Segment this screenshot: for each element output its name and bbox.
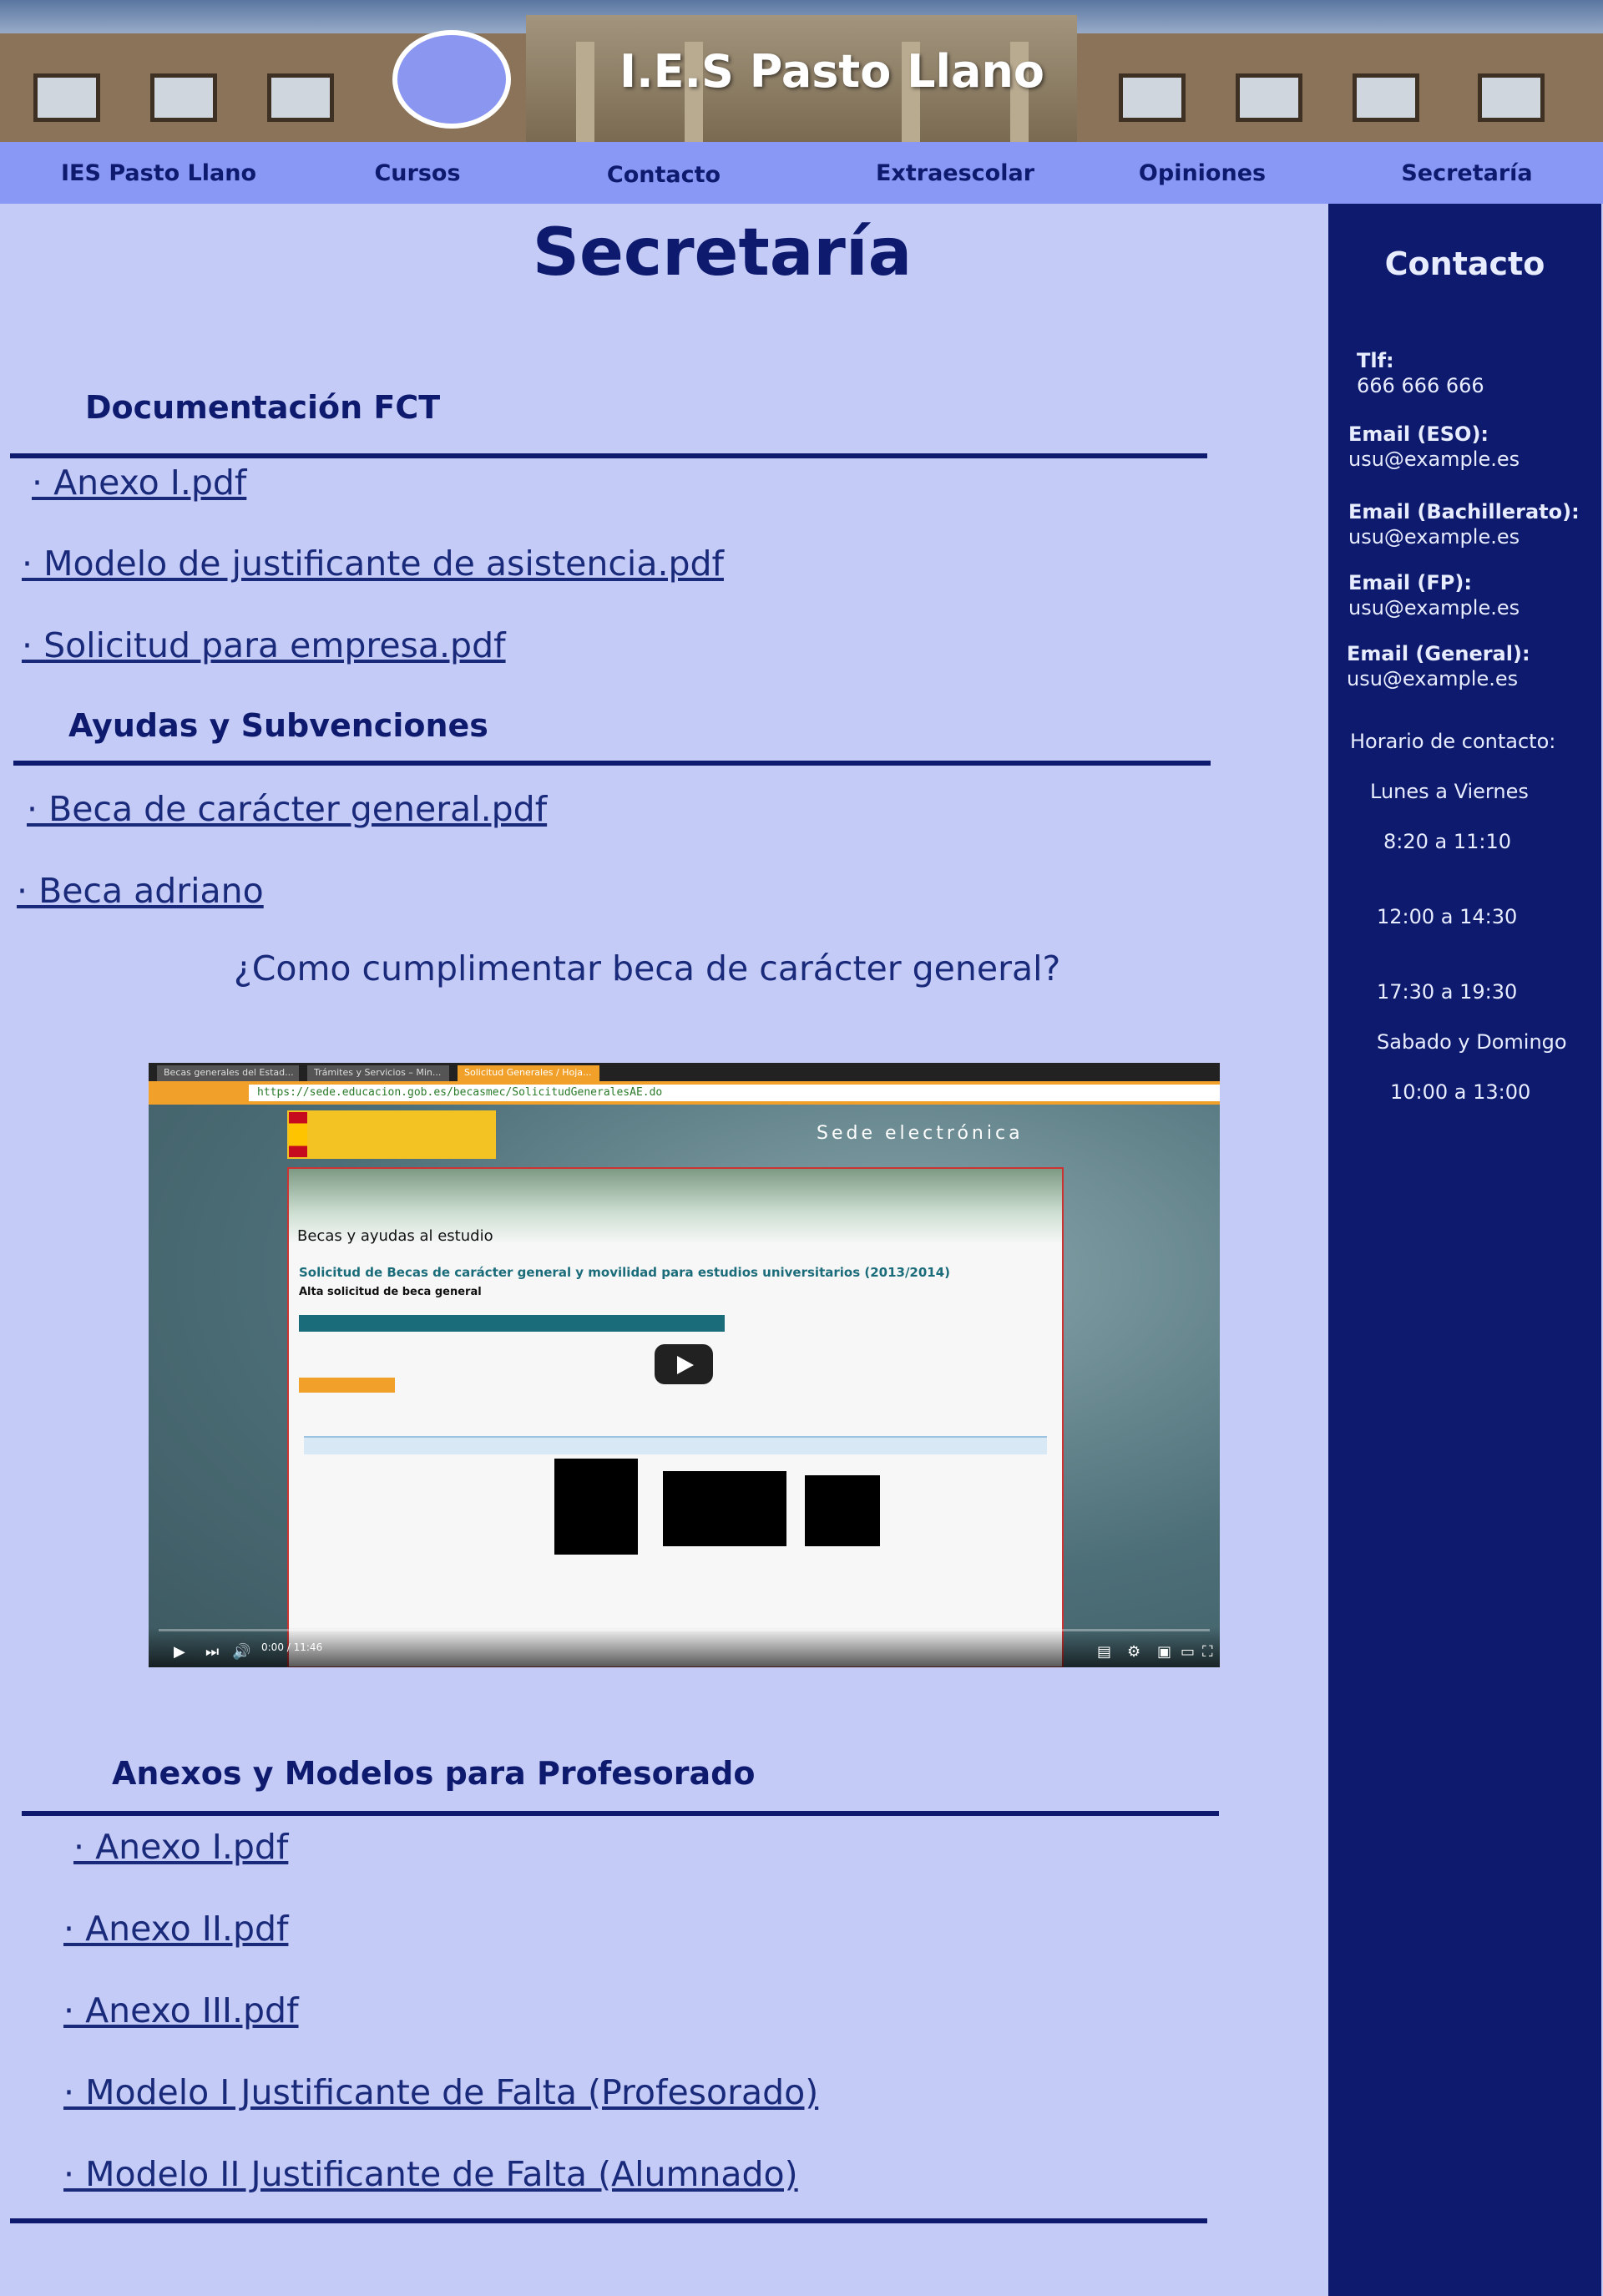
weekend-label: Sabado y Domingo bbox=[1377, 1030, 1567, 1054]
page-title: Secretaría bbox=[532, 215, 913, 291]
doc-link-modelo-ii-falta[interactable]: · Modelo II Justificante de Falta (Alumn… bbox=[63, 2154, 798, 2194]
browser-tab: Becas generales del Estad... bbox=[157, 1065, 299, 1081]
building-window bbox=[150, 73, 217, 122]
phone-label: Tlf: bbox=[1357, 349, 1394, 372]
section-heading-fct: Documentación FCT bbox=[85, 389, 441, 426]
next-icon[interactable]: ⏭ bbox=[205, 1643, 219, 1661]
video-time: 0:00 / 11:46 bbox=[261, 1641, 323, 1653]
section-divider bbox=[10, 453, 1207, 458]
nav-item-extraescolar[interactable]: Extraescolar bbox=[876, 160, 1034, 186]
building-window bbox=[1353, 73, 1419, 122]
redaction-block bbox=[663, 1471, 786, 1546]
building-window bbox=[267, 73, 334, 122]
building-window bbox=[1236, 73, 1302, 122]
section-divider bbox=[22, 1811, 1219, 1816]
theater-icon[interactable]: ▭ bbox=[1181, 1643, 1195, 1661]
email-value-bachillerato[interactable]: usu@example.es bbox=[1348, 525, 1520, 549]
browser-tab-active: Solicitud Generales / Hoja... bbox=[458, 1065, 599, 1081]
browser-url: https://sede.educacion.gob.es/becasmec/S… bbox=[249, 1085, 1220, 1101]
subtitles-icon[interactable]: ▤ bbox=[1097, 1643, 1111, 1661]
form-subtitle: Alta solicitud de beca general bbox=[299, 1286, 482, 1298]
email-value-eso[interactable]: usu@example.es bbox=[1348, 448, 1520, 471]
weekdays-label: Lunes a Viernes bbox=[1370, 780, 1529, 803]
volume-icon[interactable]: 🔊 bbox=[232, 1643, 250, 1661]
email-label-general: Email (General): bbox=[1347, 642, 1530, 665]
fullscreen-icon[interactable]: ⛶ bbox=[1202, 1643, 1213, 1661]
doc-link-anexo-i[interactable]: · Anexo I.pdf bbox=[32, 463, 246, 503]
doc-link-anexo-i-prof[interactable]: · Anexo I.pdf bbox=[73, 1827, 288, 1867]
sede-banner: Sede electrónica bbox=[817, 1123, 1024, 1144]
play-icon[interactable]: ▶ bbox=[174, 1643, 185, 1661]
doc-link-beca-general[interactable]: · Beca de carácter general.pdf bbox=[27, 789, 547, 829]
email-label-eso: Email (ESO): bbox=[1348, 422, 1489, 446]
nav-item-cursos[interactable]: Cursos bbox=[374, 160, 460, 186]
form-add-button bbox=[299, 1378, 395, 1393]
browser-tab-bar: Becas generales del Estad... Trámites y … bbox=[149, 1063, 1220, 1081]
site-title: I.E.S Pasto Llano bbox=[619, 45, 1045, 98]
video-form-screenshot: Becas y ayudas al estudio Solicitud de B… bbox=[287, 1167, 1064, 1667]
form-table bbox=[304, 1436, 1047, 1555]
nav-item-secretaria[interactable]: Secretaría bbox=[1401, 160, 1532, 186]
building-window bbox=[1478, 73, 1545, 122]
section-heading-ayudas: Ayudas y Subvenciones bbox=[68, 707, 488, 744]
email-label-fp: Email (FP): bbox=[1348, 571, 1472, 594]
weekend-slot: 10:00 a 13:00 bbox=[1390, 1080, 1531, 1104]
nav-item-ies-pasto-llano[interactable]: IES Pasto Llano bbox=[61, 160, 256, 186]
redaction-block bbox=[805, 1475, 880, 1546]
play-button[interactable] bbox=[655, 1344, 713, 1384]
form-page-heading: Becas y ayudas al estudio bbox=[297, 1227, 493, 1245]
nav-item-opiniones[interactable]: Opiniones bbox=[1139, 160, 1266, 186]
doc-link-modelo-i-falta[interactable]: · Modelo I Justificante de Falta (Profes… bbox=[63, 2072, 818, 2112]
doc-link-modelo-justificante[interactable]: · Modelo de justificante de asistencia.p… bbox=[22, 544, 724, 584]
phone-value[interactable]: 666 666 666 bbox=[1357, 374, 1484, 397]
section-heading-profesorado: Anexos y Modelos para Profesorado bbox=[112, 1755, 756, 1792]
email-value-general[interactable]: usu@example.es bbox=[1347, 667, 1518, 690]
form-table-header bbox=[304, 1438, 1047, 1454]
building-column bbox=[576, 42, 594, 142]
logo-circle[interactable] bbox=[392, 30, 511, 129]
weekday-slot: 8:20 a 11:10 bbox=[1383, 830, 1512, 853]
form-title: Solicitud de Becas de carácter general y… bbox=[299, 1265, 951, 1280]
form-section-bar bbox=[299, 1315, 725, 1332]
email-label-bachillerato: Email (Bachillerato): bbox=[1348, 500, 1580, 523]
sidebar-title: Contacto bbox=[1384, 245, 1545, 282]
email-value-fp[interactable]: usu@example.es bbox=[1348, 596, 1520, 620]
video-question: ¿Como cumplimentar beca de carácter gene… bbox=[234, 948, 1061, 989]
doc-link-beca-adriano[interactable]: · Beca adriano bbox=[17, 871, 264, 911]
section-divider bbox=[13, 761, 1211, 766]
weekday-slot: 12:00 a 14:30 bbox=[1377, 905, 1518, 928]
settings-icon[interactable]: ⚙ bbox=[1127, 1643, 1140, 1661]
browser-tab: Trámites y Servicios – Min... bbox=[307, 1065, 449, 1081]
section-divider bbox=[10, 2218, 1207, 2223]
doc-link-anexo-iii[interactable]: · Anexo III.pdf bbox=[63, 1990, 299, 2030]
main-nav: IES Pasto Llano Cursos Contacto Extraesc… bbox=[0, 142, 1603, 204]
hours-title: Horario de contacto: bbox=[1350, 730, 1556, 753]
video-player[interactable]: Becas generales del Estad... Trámites y … bbox=[149, 1063, 1220, 1667]
miniplayer-icon[interactable]: ▣ bbox=[1157, 1643, 1171, 1661]
contact-sidebar: Contacto Tlf: 666 666 666 Email (ESO): u… bbox=[1328, 204, 1601, 2296]
doc-link-solicitud-empresa[interactable]: · Solicitud para empresa.pdf bbox=[22, 625, 506, 665]
spain-flag-icon bbox=[289, 1112, 307, 1157]
video-progress-bar[interactable] bbox=[159, 1629, 1210, 1631]
browser-address-bar: https://sede.educacion.gob.es/becasmec/S… bbox=[149, 1081, 1220, 1105]
header-banner: I.E.S Pasto Llano bbox=[0, 0, 1603, 142]
weekday-slot: 17:30 a 19:30 bbox=[1377, 980, 1518, 1004]
building-window bbox=[1119, 73, 1186, 122]
gov-logo bbox=[287, 1110, 496, 1159]
nav-item-contacto[interactable]: Contacto bbox=[607, 162, 721, 188]
doc-link-anexo-ii[interactable]: · Anexo II.pdf bbox=[63, 1909, 288, 1949]
building-window bbox=[33, 73, 100, 122]
redaction-block bbox=[554, 1459, 638, 1555]
